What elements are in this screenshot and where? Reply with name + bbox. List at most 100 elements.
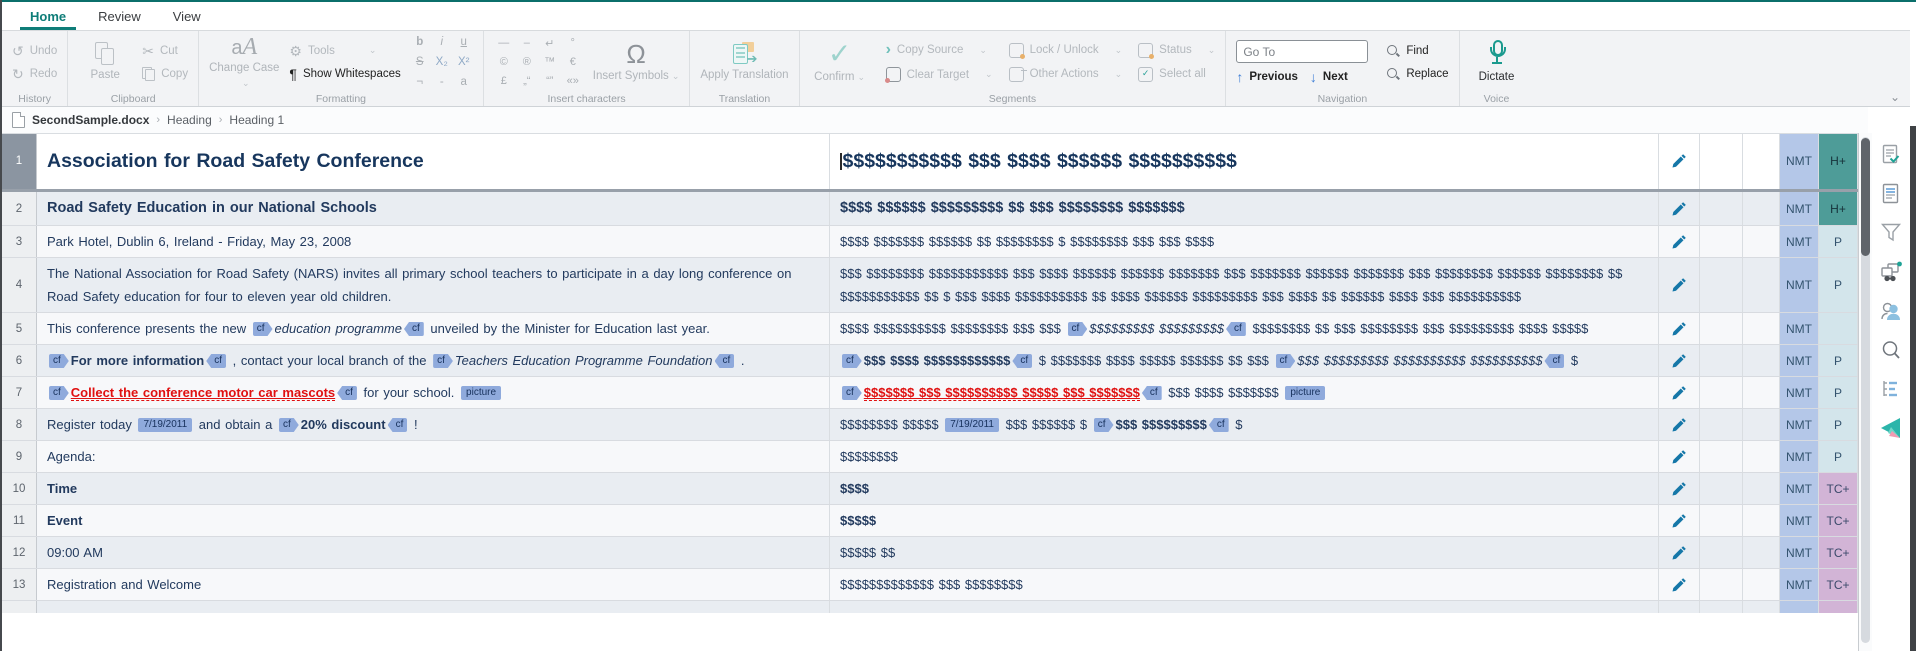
target-cell[interactable]: $$$$$$$$$$$$$ $$$ $$$$$$$$ xyxy=(830,569,1659,600)
source-cell[interactable] xyxy=(37,601,830,613)
format-tag-cf[interactable]: cf xyxy=(49,386,69,400)
format-tag-cf[interactable]: cf xyxy=(1544,354,1564,368)
source-cell[interactable]: Agenda: xyxy=(37,441,830,472)
low-quotes-button[interactable]: „“ xyxy=(523,75,530,87)
previous-button[interactable]: ↑Previous xyxy=(1236,70,1298,84)
breadcrumb-item[interactable]: Heading 1 xyxy=(229,113,284,127)
target-cell[interactable]: $$$$ $$$$$$$ $$$$$$ $$ $$$$$$$$ $ $$$$$$… xyxy=(830,226,1659,257)
line-break-button[interactable]: ↵ xyxy=(545,37,554,50)
collapse-ribbon-button[interactable] xyxy=(1890,90,1900,104)
next-button[interactable]: ↓Next xyxy=(1310,70,1348,84)
format-tag-cf[interactable]: cf xyxy=(49,354,69,368)
source-cell[interactable]: cfFor more informationcf , contact your … xyxy=(37,345,830,376)
document-approve-icon[interactable] xyxy=(1878,142,1904,168)
insert-symbols-button[interactable]: Insert Symbols xyxy=(593,41,680,83)
inline-tag[interactable]: 7/19/2011 xyxy=(945,418,999,432)
target-cell[interactable]: $$$$ xyxy=(830,473,1659,504)
row-number[interactable] xyxy=(2,601,37,613)
edit-pencil-button[interactable] xyxy=(1668,231,1690,253)
target-cell[interactable]: $$$$$$$$ $$$$$ 7/19/2011 $$$ $$$$$$ $ cf… xyxy=(830,409,1659,440)
edit-pencil-button[interactable] xyxy=(1668,446,1690,468)
inline-tag[interactable]: 7/19/2011 xyxy=(138,418,192,432)
status-button[interactable]: Status xyxy=(1138,43,1215,58)
source-cell[interactable]: Road Safety Education in our National Sc… xyxy=(37,192,830,225)
document-view-icon[interactable] xyxy=(1878,181,1904,207)
show-whitespaces-button[interactable]: ¶Show Whitespaces xyxy=(289,67,400,81)
copy-button[interactable]: Copy xyxy=(142,67,188,80)
em-dash-button[interactable]: — xyxy=(498,37,509,49)
format-tag-cf[interactable]: cf xyxy=(206,354,226,368)
format-tag-cf[interactable]: cf xyxy=(842,386,862,400)
format-tag-cf[interactable]: cf xyxy=(388,418,408,432)
replace-button[interactable]: Replace xyxy=(1386,67,1448,81)
edit-pencil-button[interactable] xyxy=(1668,350,1690,372)
edit-pencil-button[interactable] xyxy=(1668,542,1690,564)
row-number[interactable]: 2 xyxy=(2,192,37,225)
goto-input[interactable] xyxy=(1236,40,1368,63)
tab-review[interactable]: Review xyxy=(82,2,157,30)
apply-translation-button[interactable]: Apply Translation xyxy=(700,42,788,82)
row-number[interactable]: 5 xyxy=(2,313,37,344)
filter-icon[interactable] xyxy=(1878,220,1904,246)
format-tag-cf[interactable]: cf xyxy=(253,322,273,336)
select-all-button[interactable]: Select all xyxy=(1138,67,1215,82)
edit-pencil-button[interactable] xyxy=(1668,198,1690,220)
row-number[interactable]: 4 xyxy=(2,258,37,312)
scrollbar-thumb[interactable] xyxy=(1861,138,1870,256)
change-case-button[interactable]: Change Case xyxy=(209,35,279,89)
row-number[interactable]: 12 xyxy=(2,537,37,568)
paste-button[interactable]: Paste xyxy=(78,42,132,82)
target-cell[interactable]: $$$$ $$$$$$ $$$$$$$$$ $$ $$$ $$$$$$$$ $$… xyxy=(830,192,1659,225)
edit-pencil-button[interactable] xyxy=(1668,510,1690,532)
bold-button[interactable]: b xyxy=(416,36,423,48)
format-tag-cf[interactable]: cf xyxy=(337,386,357,400)
row-number[interactable]: 8 xyxy=(2,409,37,440)
format-tag-cf[interactable]: cf xyxy=(1094,418,1114,432)
other-actions-button[interactable]: Other Actions xyxy=(1009,67,1123,82)
source-cell[interactable]: Register today 7/19/2011 and obtain a cf… xyxy=(37,409,830,440)
format-tag-cf[interactable]: cf xyxy=(842,354,862,368)
row-number[interactable]: 3 xyxy=(2,226,37,257)
format-tag-cf[interactable]: cf xyxy=(1226,322,1246,336)
format-tag-cf[interactable]: cf xyxy=(1209,418,1229,432)
inline-tag[interactable]: picture xyxy=(461,386,501,400)
dictate-button[interactable]: Dictate xyxy=(1470,40,1524,84)
source-cell[interactable]: Park Hotel, Dublin 6, Ireland - Friday, … xyxy=(37,226,830,257)
redo-button[interactable]: ↻Redo xyxy=(12,67,57,81)
hyphen-button[interactable]: - xyxy=(440,76,444,88)
source-cell[interactable]: Association for Road Safety Conference xyxy=(37,133,830,189)
underline-button[interactable]: u xyxy=(461,36,467,48)
target-cell[interactable]: $$$$ $$$$$$$$$$ $$$$$$$$ $$$ $$$ cf$$$$$… xyxy=(830,313,1659,344)
subscript-button[interactable]: X₂ xyxy=(436,56,448,68)
cut-button[interactable]: ✂Cut xyxy=(142,44,188,58)
target-cell[interactable]: cf$$$$$$$ $$$ $$$$$$$$$$ $$$$$ $$$ $$$$$… xyxy=(830,377,1659,408)
inline-tag[interactable]: picture xyxy=(1285,386,1325,400)
tab-view[interactable]: View xyxy=(157,2,217,30)
target-cell[interactable]: $$$$$ xyxy=(830,505,1659,536)
trademark-button[interactable]: ™ xyxy=(544,56,555,68)
undo-button[interactable]: ↺Undo xyxy=(12,44,57,58)
target-cell[interactable]: $$$ $$$$$$$$ $$$$$$$$$$$ $$$ $$$$ $$$$$$… xyxy=(830,258,1659,312)
row-number[interactable]: 11 xyxy=(2,505,37,536)
edit-pencil-button[interactable] xyxy=(1668,414,1690,436)
source-cell[interactable]: Registration and Welcome xyxy=(37,569,830,600)
format-tag-cf[interactable]: cf xyxy=(715,354,735,368)
source-cell[interactable]: Event xyxy=(37,505,830,536)
find-button[interactable]: Find xyxy=(1386,44,1448,58)
source-cell[interactable]: cfCollect the conference motor car masco… xyxy=(37,377,830,408)
clear-target-button[interactable]: Clear Target xyxy=(886,67,993,82)
euro-button[interactable]: € xyxy=(570,56,576,68)
row-number[interactable]: 10 xyxy=(2,473,37,504)
target-cell[interactable] xyxy=(830,601,1659,613)
source-cell[interactable]: Time xyxy=(37,473,830,504)
degree-button[interactable]: ° xyxy=(571,37,575,49)
source-cell[interactable]: This conference presents the new cfeduca… xyxy=(37,313,830,344)
target-cell[interactable]: $$$$$$$$ xyxy=(830,441,1659,472)
curly-quotes-button[interactable]: “” xyxy=(546,75,553,87)
strikethrough-button[interactable]: S xyxy=(416,56,424,68)
format-tag-cf[interactable]: cf xyxy=(1068,322,1088,336)
edit-pencil-button[interactable] xyxy=(1668,478,1690,500)
vertical-scrollbar[interactable] xyxy=(1858,133,1873,651)
lock-unlock-button[interactable]: Lock / Unlock xyxy=(1009,43,1123,58)
edit-pencil-button[interactable] xyxy=(1668,274,1690,296)
